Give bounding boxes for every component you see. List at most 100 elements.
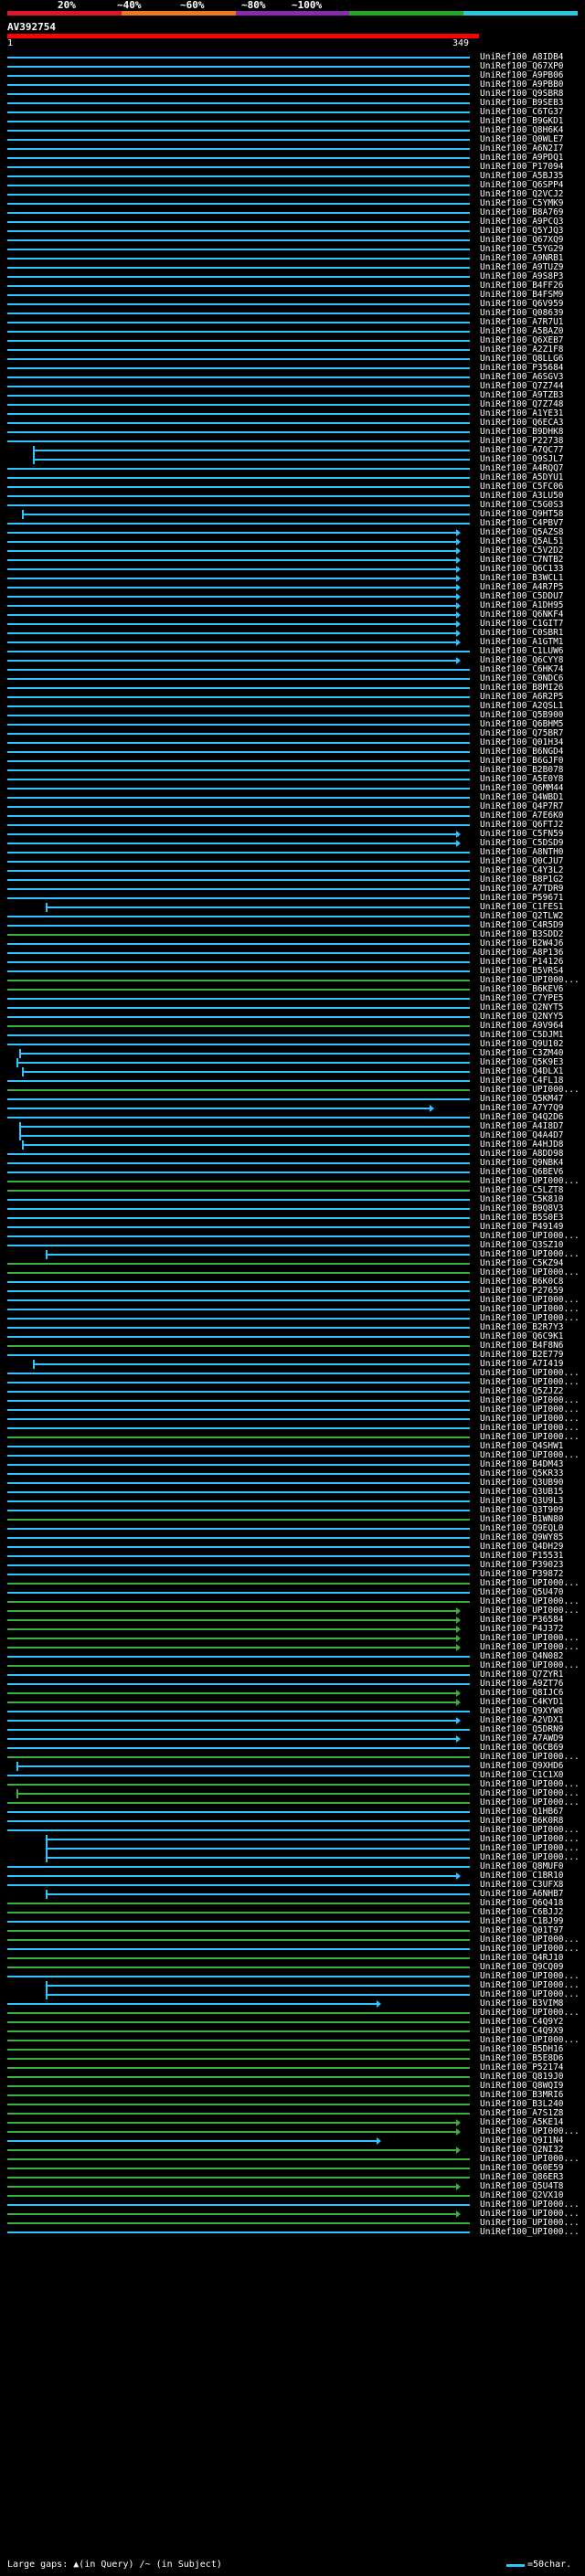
hit-alignment-bar[interactable] <box>7 1097 470 1102</box>
hit-alignment-bar[interactable] <box>7 530 458 535</box>
hit-alignment-bar[interactable] <box>7 877 470 883</box>
hit-alignment-bar[interactable] <box>7 932 470 938</box>
hit-alignment-bar[interactable] <box>7 146 470 152</box>
hit-alignment-bar[interactable] <box>7 621 458 627</box>
hit-alignment-bar[interactable] <box>7 1042 470 1047</box>
hit-alignment-bar[interactable] <box>46 1992 470 1998</box>
hit-row[interactable]: UniRef100_UPI000... <box>0 2228 585 2237</box>
hit-alignment-bar[interactable] <box>7 1307 470 1312</box>
hit-alignment-bar[interactable] <box>7 795 470 800</box>
hit-alignment-bar[interactable] <box>7 1471 470 1477</box>
hit-alignment-bar[interactable] <box>7 265 470 270</box>
hit-alignment-bar[interactable] <box>7 1426 470 1431</box>
hit-alignment-bar[interactable] <box>7 2221 470 2226</box>
hit-alignment-bar[interactable] <box>7 914 470 919</box>
hit-alignment-bar[interactable] <box>7 2138 378 2144</box>
hit-alignment-bar[interactable] <box>7 73 470 79</box>
hit-alignment-bar[interactable] <box>7 1663 470 1669</box>
hit-alignment-bar[interactable] <box>7 347 470 353</box>
hit-alignment-bar[interactable] <box>7 1581 470 1586</box>
hit-alignment-bar[interactable] <box>7 676 470 682</box>
hit-alignment-bar[interactable] <box>7 2175 470 2180</box>
hit-alignment-bar[interactable] <box>7 1115 470 1120</box>
hit-alignment-bar[interactable] <box>7 658 458 663</box>
hit-alignment-bar[interactable] <box>7 402 470 408</box>
hit-alignment-bar[interactable] <box>7 1974 470 1979</box>
hit-alignment-bar[interactable] <box>7 192 470 197</box>
hit-alignment-bar[interactable] <box>7 375 470 380</box>
hit-alignment-bar[interactable] <box>7 1956 470 1961</box>
hit-alignment-bar[interactable] <box>7 320 470 325</box>
hit-alignment-bar[interactable] <box>46 1892 470 1897</box>
hit-alignment-bar[interactable] <box>7 859 470 864</box>
hit-alignment-bar[interactable] <box>7 1645 458 1650</box>
hit-alignment-bar[interactable] <box>7 503 470 508</box>
hit-alignment-bar[interactable] <box>7 667 470 673</box>
hit-alignment-bar[interactable] <box>7 1919 470 1924</box>
hit-alignment-bar[interactable] <box>7 493 470 499</box>
hit-alignment-bar[interactable] <box>7 1170 470 1175</box>
hit-alignment-bar[interactable] <box>7 283 470 289</box>
hit-alignment-bar[interactable] <box>7 183 470 188</box>
hit-alignment-bar[interactable] <box>7 1407 470 1413</box>
hit-alignment-bar[interactable] <box>7 1754 470 1760</box>
hit-alignment-bar[interactable] <box>7 2193 470 2199</box>
hit-alignment-bar[interactable] <box>7 55 470 60</box>
hit-alignment-bar[interactable] <box>7 987 470 992</box>
hit-alignment-bar[interactable] <box>7 1773 470 1778</box>
hit-alignment-bar[interactable] <box>7 1599 470 1605</box>
hit-alignment-bar[interactable] <box>46 1983 470 1988</box>
hit-alignment-bar[interactable] <box>7 1023 470 1029</box>
hit-alignment-bar[interactable] <box>7 164 470 170</box>
hit-alignment-bar[interactable] <box>7 137 470 143</box>
hit-alignment-bar[interactable] <box>7 722 470 727</box>
hit-alignment-bar[interactable] <box>7 420 470 426</box>
hit-alignment-bar[interactable] <box>7 539 458 545</box>
hit-alignment-bar[interactable] <box>7 2166 470 2171</box>
hit-alignment-bar[interactable] <box>7 1627 458 1632</box>
hit-alignment-bar[interactable] <box>7 2001 378 2007</box>
hit-alignment-bar[interactable] <box>7 1691 458 1696</box>
hit-alignment-bar[interactable] <box>7 2211 458 2217</box>
hit-alignment-bar[interactable] <box>7 1106 431 1111</box>
hit-alignment-bar[interactable] <box>7 1033 470 1038</box>
hit-alignment-bar[interactable] <box>7 594 458 599</box>
hit-alignment-bar[interactable] <box>7 996 470 1002</box>
hit-alignment-bar[interactable] <box>7 1298 470 1303</box>
hit-alignment-bar[interactable] <box>7 713 470 718</box>
hit-alignment-bar[interactable] <box>19 1133 470 1139</box>
hit-alignment-bar[interactable] <box>7 1828 470 1833</box>
hit-alignment-bar[interactable] <box>7 1279 470 1285</box>
hit-alignment-bar[interactable] <box>7 758 470 764</box>
hit-alignment-bar[interactable] <box>7 1416 470 1422</box>
hit-alignment-bar[interactable] <box>7 228 470 234</box>
hit-alignment-bar[interactable] <box>46 1252 470 1257</box>
hit-alignment-bar[interactable] <box>7 1590 470 1595</box>
hit-alignment-bar[interactable] <box>7 429 470 435</box>
hit-alignment-bar[interactable] <box>7 2019 470 2025</box>
hit-alignment-bar[interactable] <box>7 1718 458 1723</box>
hit-alignment-bar[interactable] <box>7 1316 470 1321</box>
hit-alignment-bar[interactable] <box>7 603 458 609</box>
hit-alignment-bar[interactable] <box>7 1499 470 1504</box>
hit-alignment-bar[interactable] <box>7 1151 470 1157</box>
hit-alignment-bar[interactable] <box>7 1946 470 1952</box>
hit-alignment-bar[interactable] <box>7 1380 470 1385</box>
hit-alignment-bar[interactable] <box>7 2083 470 2089</box>
hit-alignment-bar[interactable] <box>19 1124 470 1129</box>
hit-alignment-bar[interactable] <box>46 905 470 910</box>
hit-alignment-bar[interactable] <box>7 896 470 901</box>
hit-alignment-bar[interactable] <box>7 1672 470 1678</box>
hit-alignment-bar[interactable] <box>32 1362 470 1367</box>
hit-alignment-bar[interactable] <box>7 338 470 344</box>
hit-alignment-bar[interactable] <box>7 302 470 307</box>
hit-alignment-bar[interactable] <box>7 585 458 590</box>
hit-alignment-bar[interactable] <box>7 1937 470 1943</box>
hit-alignment-bar[interactable] <box>7 1234 470 1239</box>
hit-alignment-bar[interactable] <box>7 1371 470 1376</box>
hit-alignment-bar[interactable] <box>7 2230 470 2235</box>
hit-alignment-bar[interactable] <box>7 2102 470 2107</box>
hit-alignment-bar[interactable] <box>7 1188 470 1193</box>
hit-alignment-bar[interactable] <box>7 950 470 956</box>
hit-alignment-bar[interactable] <box>7 1553 470 1559</box>
